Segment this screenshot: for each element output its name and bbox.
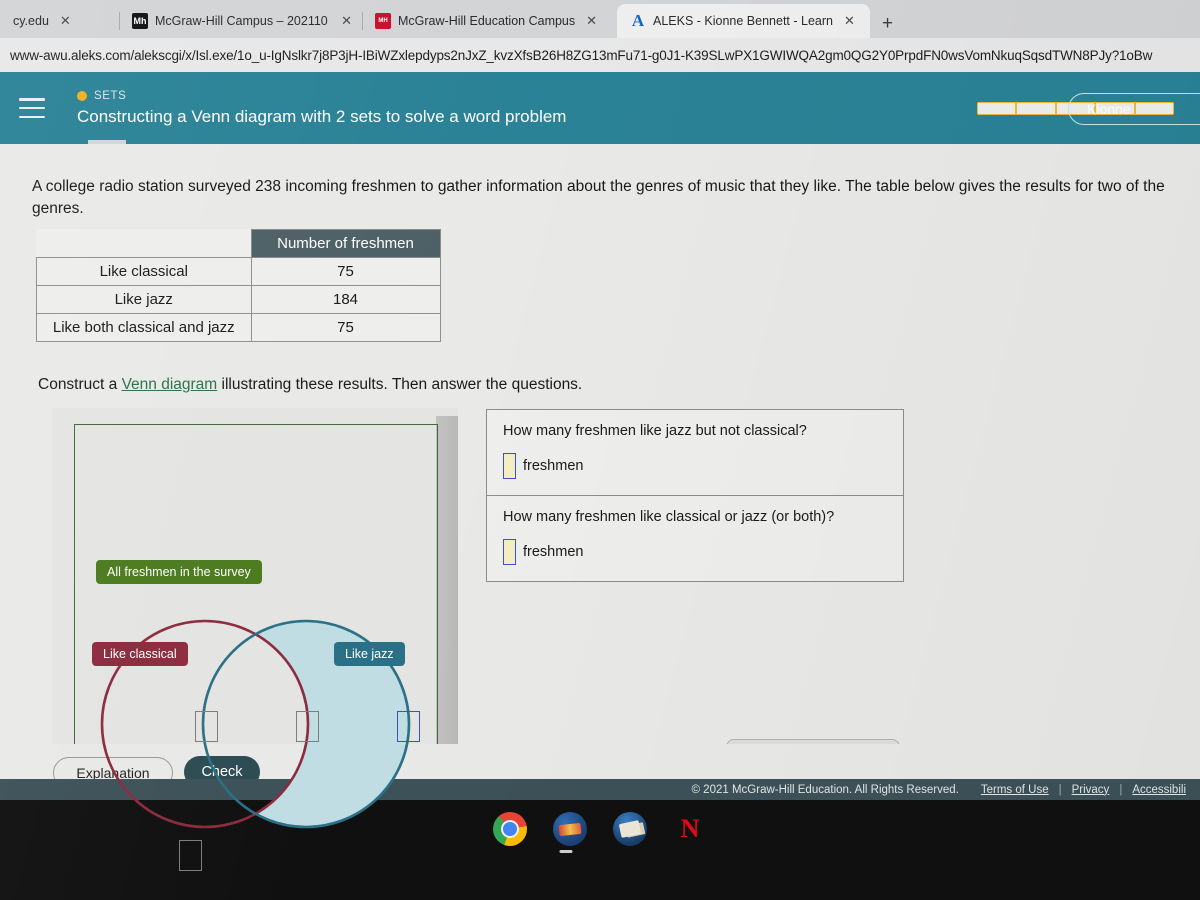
browser-tab-strip: cy.edu ✕ Mh McGraw-Hill Campus – 202110 … [0,0,1200,38]
browser-address-bar[interactable]: www-awu.aleks.com/alekscgi/x/Isl.exe/1o_… [0,38,1200,72]
app-icon-2[interactable] [613,812,647,846]
terms-of-use-link[interactable]: Terms of Use [971,784,1059,796]
row-label: Like jazz [36,285,252,314]
aleks-favicon: A [631,13,645,29]
aleks-header: SETS Constructing a Venn diagram with 2 … [0,72,1200,144]
table-row: Like jazz 184 [36,285,441,314]
question-1-answer-input[interactable] [503,453,516,479]
new-tab-button[interactable]: + [870,14,905,38]
question-text: How many freshmen like classical or jazz… [503,509,835,525]
row-label: Like both classical and jazz [36,313,252,342]
chrome-icon[interactable] [493,812,527,846]
problem-prompt: A college radio station surveyed 238 inc… [32,178,1165,217]
table-column-header: Number of freshmen [250,229,441,258]
tab-divider [362,12,363,30]
tab-close-icon[interactable]: ✕ [337,13,352,29]
section-line: SETS [77,90,977,102]
table-row: Like both classical and jazz 75 [36,313,441,342]
answer-row: freshmen [503,539,887,565]
tab-title: ALEKS - Kionne Bennett - Learn [653,14,833,28]
results-table: Number of freshmen Like classical 75 Lik… [36,229,441,342]
screen: cy.edu ✕ Mh McGraw-Hill Campus – 202110 … [0,0,1200,900]
browser-tab-1[interactable]: Mh McGraw-Hill Campus – 202110 S ✕ [119,4,362,38]
accessibility-link[interactable]: Accessibili [1122,784,1196,796]
mcgraw-hill-campus-favicon: Mh [132,13,148,29]
questions-panel: How many freshmen like jazz but not clas… [486,409,904,582]
section-label: SETS [94,89,127,102]
page-title: Constructing a Venn diagram with 2 sets … [77,106,567,126]
construct-instruction: Construct a Venn diagram illustrating th… [38,376,582,394]
progress-segment [1017,102,1057,114]
universe-label: All freshmen in the survey [96,560,262,584]
unit-label: freshmen [523,544,584,560]
netflix-icon[interactable]: N [673,812,707,846]
user-account-button[interactable]: Kionne [1068,93,1200,125]
tab-title: McGraw-Hill Campus – 202110 S [155,14,331,28]
section-dot-icon [77,90,87,101]
outside-box[interactable] [179,840,202,871]
intersection-box[interactable] [296,711,319,742]
unit-label: freshmen [523,458,584,474]
question-block-2: How many freshmen like classical or jazz… [487,496,903,581]
app-icon-1[interactable] [553,812,587,846]
browser-tab-2[interactable]: MH McGraw-Hill Education Campus ✕ [362,4,617,38]
browser-tab-3-active[interactable]: A ALEKS - Kionne Bennett - Learn ✕ [617,4,870,38]
mcgraw-hill-education-favicon: MH [375,13,391,29]
browser-tab-0[interactable]: cy.edu ✕ [0,4,119,38]
header-titles: SETS Constructing a Venn diagram with 2 … [77,90,977,127]
row-value: 75 [250,313,441,342]
tab-title: McGraw-Hill Education Campus [398,14,576,28]
url-text: www-awu.aleks.com/alekscgi/x/Isl.exe/1o_… [10,47,1153,63]
venn-diagram-link[interactable]: Venn diagram [122,376,218,393]
construct-prefix: Construct a [38,376,122,393]
table-row: Like classical 75 [36,257,441,286]
tab-title: cy.edu [13,14,49,28]
classical-only-box[interactable] [195,711,218,742]
tab-close-icon[interactable]: ✕ [56,13,71,29]
hamburger-menu-icon[interactable] [19,98,45,118]
progress-segment [978,102,1018,114]
classical-set-label: Like classical [92,642,188,666]
tab-close-icon[interactable]: ✕ [840,13,855,29]
chrome-running-indicator [559,850,573,853]
table-corner-cell [37,230,252,258]
table-header-row: Number of freshmen [37,229,441,258]
tab-divider [119,12,120,30]
exercise-content: A college radio station surveyed 238 inc… [0,144,1200,878]
row-value: 184 [250,285,441,314]
copyright-text: © 2021 McGraw-Hill Education. All Rights… [691,783,959,796]
jazz-only-box[interactable] [397,711,420,742]
answer-row: freshmen [503,453,887,479]
row-value: 75 [250,257,441,286]
question-text: How many freshmen like jazz but not clas… [503,423,807,439]
venn-diagram-panel: All freshmen in the survey Like classica… [52,408,458,878]
jazz-set-label: Like jazz [334,642,405,666]
tab-close-icon[interactable]: ✕ [582,13,597,29]
privacy-link[interactable]: Privacy [1062,784,1120,796]
question-2-answer-input[interactable] [503,539,516,565]
row-label: Like classical [36,257,252,286]
construct-suffix: illustrating these results. Then answer … [217,376,583,393]
question-block-1: How many freshmen like jazz but not clas… [487,410,903,496]
